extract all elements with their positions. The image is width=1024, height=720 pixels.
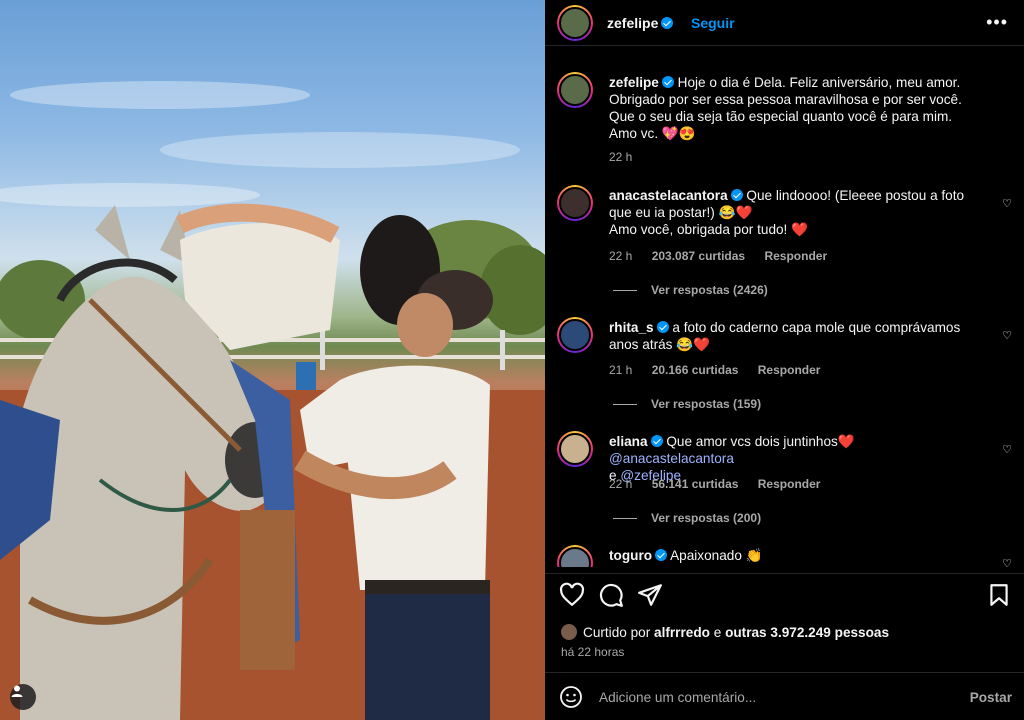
comments-list[interactable]: zefelipe Hoje o dia é Dela. Feliz aniver… — [545, 47, 1024, 567]
comment-avatar[interactable] — [557, 317, 593, 353]
like-comment-icon[interactable]: ♡ — [1002, 443, 1012, 456]
likes-conj: e — [713, 625, 722, 640]
heart-icon[interactable] — [559, 582, 585, 608]
replies-divider — [613, 404, 637, 406]
post-header: zefelipe Seguir ••• — [545, 0, 1024, 46]
replies-divider — [613, 290, 637, 292]
caption-body-2: Amo vc. 💖😍 — [609, 126, 696, 141]
verified-icon — [661, 17, 674, 29]
comment-time: 21 h — [609, 363, 633, 377]
caption-username[interactable]: zefelipe — [609, 75, 659, 90]
comment-body-2: Amo você, obrigada por tudo! ❤️ — [609, 222, 809, 237]
photo-illustration — [0, 81, 545, 720]
caption-meta: 22 h — [609, 150, 648, 164]
caption-text: zefelipe Hoje o dia é Dela. Feliz aniver… — [609, 74, 979, 142]
likes-others[interactable]: outras 3.972.249 pessoas — [725, 625, 889, 640]
like-comment-icon[interactable]: ♡ — [1002, 329, 1012, 342]
comment-meta: 21 h 20.166 curtidas Responder — [609, 363, 836, 377]
likes-summary[interactable]: Curtido por alfrrredo e outras 3.972.249… — [561, 624, 889, 640]
comment-meta: 22 h 203.087 curtidas Responder — [609, 249, 843, 263]
verified-icon — [656, 321, 669, 333]
comment-body: Que amor vcs dois juntinhos❤️ — [666, 434, 855, 449]
post-comment-button[interactable]: Postar — [970, 690, 1012, 705]
reply-button[interactable]: Responder — [764, 249, 827, 263]
verified-icon — [655, 549, 668, 561]
user-icon — [11, 685, 23, 697]
comment-input[interactable]: Adicione um comentário... — [599, 690, 756, 705]
comment-likes[interactable]: 203.087 curtidas — [652, 249, 745, 263]
view-replies-label[interactable]: Ver respostas (159) — [651, 397, 761, 411]
caption-avatar[interactable] — [557, 72, 593, 108]
comment-likes[interactable]: 56.141 curtidas — [652, 477, 739, 491]
replies-divider — [613, 518, 637, 520]
comment-text: toguro Apaixonado 👏 — [609, 547, 979, 564]
view-replies-label[interactable]: Ver respostas (2426) — [651, 283, 768, 297]
follow-button[interactable]: Seguir — [691, 15, 735, 31]
reply-button[interactable]: Responder — [758, 477, 821, 491]
add-comment-bar: Adicione um comentário... Postar — [545, 672, 1024, 720]
comment-time: 22 h — [609, 477, 633, 491]
comment-time: 22 h — [609, 249, 633, 263]
view-replies-button[interactable]: Ver respostas (159) — [613, 397, 761, 411]
bookmark-icon[interactable] — [986, 582, 1012, 608]
comment-username[interactable]: toguro — [609, 548, 652, 563]
view-replies-button[interactable]: Ver respostas (200) — [613, 511, 761, 525]
author-avatar[interactable] — [557, 5, 593, 41]
author-username-text[interactable]: zefelipe — [607, 15, 658, 31]
mention-link[interactable]: @anacastelacantora — [609, 451, 734, 466]
comment-meta: 22 h 56.141 curtidas Responder — [609, 477, 836, 491]
verified-icon — [650, 435, 663, 447]
view-replies-button[interactable]: Ver respostas (2426) — [613, 283, 768, 297]
comment-username[interactable]: anacastelacantora — [609, 188, 728, 203]
caption-time: 22 h — [609, 150, 633, 164]
comment-text: rhita_s a foto do caderno capa mole que … — [609, 319, 979, 353]
emoji-icon[interactable] — [559, 685, 583, 709]
liker-avatar — [561, 624, 577, 640]
verified-icon — [661, 76, 674, 88]
liker-username[interactable]: alfrrredo — [654, 625, 710, 640]
action-bar — [545, 573, 1024, 617]
verified-icon — [730, 189, 743, 201]
likes-prefix: Curtido por — [583, 625, 651, 640]
comment-likes[interactable]: 20.166 curtidas — [652, 363, 739, 377]
comment-avatar[interactable] — [557, 431, 593, 467]
tagged-users-button[interactable] — [10, 684, 36, 710]
comment-avatar[interactable] — [557, 185, 593, 221]
like-comment-icon[interactable]: ♡ — [1002, 557, 1012, 567]
share-icon[interactable] — [637, 582, 663, 608]
comment-avatar[interactable] — [557, 545, 593, 567]
like-comment-icon[interactable]: ♡ — [1002, 197, 1012, 210]
reply-button[interactable]: Responder — [758, 363, 821, 377]
post-time: há 22 horas — [561, 645, 625, 659]
comment-icon[interactable] — [598, 582, 624, 608]
post-side-panel: zefelipe Seguir ••• zefelipe Hoje o dia … — [545, 0, 1024, 720]
more-options-icon[interactable]: ••• — [986, 12, 1008, 33]
comment-username[interactable]: rhita_s — [609, 320, 654, 335]
post-photo[interactable] — [0, 0, 545, 720]
view-replies-label[interactable]: Ver respostas (200) — [651, 511, 761, 525]
comment-username[interactable]: eliana — [609, 434, 648, 449]
comment-body: Apaixonado 👏 — [670, 548, 763, 563]
author-username[interactable]: zefelipe — [607, 15, 674, 31]
comment-text: anacastelacantora Que lindoooo! (Eleeee … — [609, 187, 979, 238]
